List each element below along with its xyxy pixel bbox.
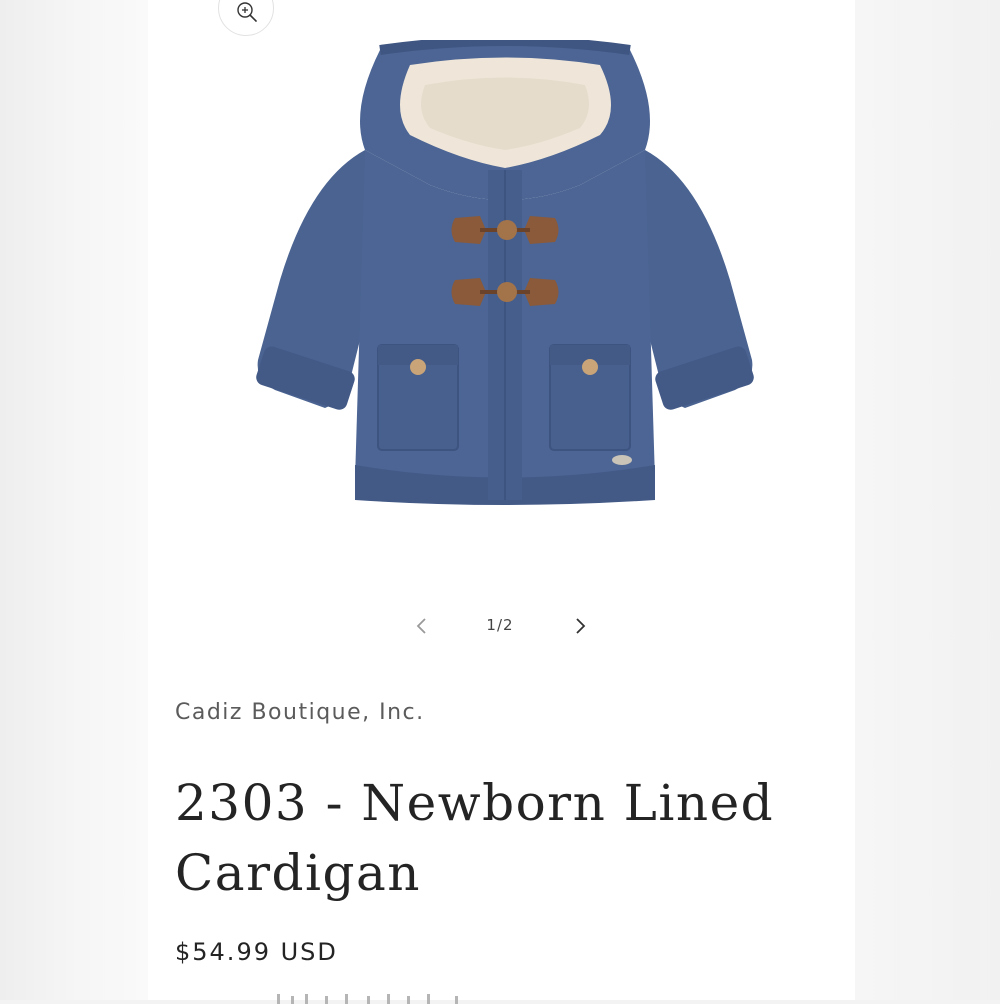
chevron-right-icon[interactable]: [570, 616, 590, 636]
chevron-left-icon[interactable]: [412, 616, 432, 636]
vendor-name: Cadiz Boutique, Inc.: [175, 700, 425, 725]
cutoff-content: [175, 990, 495, 1004]
product-price: $54.99 USD: [175, 938, 338, 966]
gallery-pager: 1/2: [400, 604, 600, 648]
product-title: 2303 - Newborn Lined Cardigan: [175, 768, 815, 908]
slide-counter: 1/2: [470, 616, 530, 634]
product-image[interactable]: [250, 40, 760, 520]
zoom-in-icon: [236, 1, 258, 23]
